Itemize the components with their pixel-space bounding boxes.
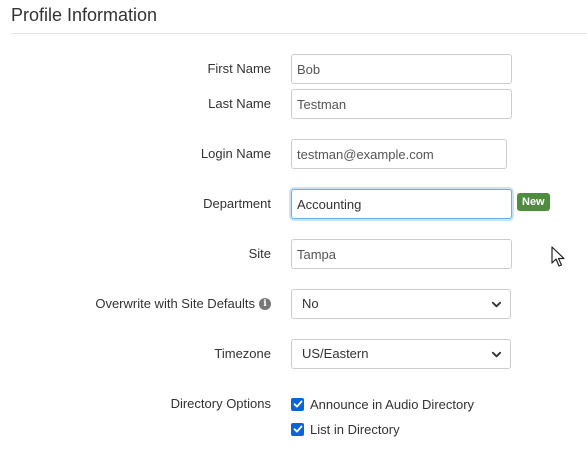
new-badge: New [517, 193, 550, 211]
site-label: Site [249, 239, 271, 269]
checkmark-icon [293, 425, 302, 433]
first-name-row: First Name [0, 54, 587, 84]
timezone-value: US/Eastern [302, 346, 369, 361]
list-in-directory-option[interactable]: List in Directory [291, 419, 400, 439]
announce-audio-directory-option[interactable]: Announce in Audio Directory [291, 394, 474, 414]
section-divider [11, 33, 587, 34]
timezone-select[interactable]: US/Eastern [291, 339, 511, 369]
department-row: Department New [0, 189, 587, 219]
last-name-label: Last Name [208, 89, 271, 119]
timezone-label: Timezone [214, 339, 271, 369]
list-in-directory-label: List in Directory [310, 421, 400, 437]
timezone-label-text: Timezone [214, 346, 271, 361]
overwrite-site-defaults-select[interactable]: No [291, 289, 511, 319]
last-name-input[interactable] [291, 89, 512, 119]
department-input[interactable] [291, 189, 512, 219]
department-label: Department [203, 189, 271, 219]
first-name-input[interactable] [291, 54, 512, 84]
login-name-row: Login Name [0, 139, 587, 169]
checkmark-icon [293, 400, 302, 408]
login-name-input[interactable] [291, 139, 507, 169]
mouse-cursor-icon [551, 246, 565, 267]
last-name-label-text: Last Name [208, 96, 271, 111]
overwrite-site-defaults-row: Overwrite with Site Defaults i No [0, 289, 587, 319]
overwrite-site-defaults-label: Overwrite with Site Defaults i [95, 289, 271, 319]
list-in-directory-checkbox[interactable] [291, 422, 304, 436]
info-icon[interactable]: i [259, 298, 271, 310]
chevron-down-icon [491, 301, 502, 308]
announce-audio-directory-checkbox[interactable] [291, 397, 304, 411]
overwrite-site-defaults-label-text: Overwrite with Site Defaults [95, 296, 255, 311]
login-name-label-text: Login Name [200, 146, 271, 161]
section-title: Profile Information [11, 5, 158, 25]
overwrite-site-defaults-value: No [302, 296, 319, 311]
department-label-text: Department [203, 196, 271, 211]
site-input[interactable] [291, 239, 512, 269]
site-label-text: Site [248, 246, 271, 261]
first-name-label-text: First Name [207, 61, 271, 76]
announce-audio-directory-label: Announce in Audio Directory [310, 396, 475, 412]
timezone-row: Timezone US/Eastern [0, 339, 587, 369]
last-name-row: Last Name [0, 89, 587, 119]
first-name-label: First Name [207, 54, 271, 84]
login-name-label: Login Name [201, 139, 271, 169]
site-row: Site [0, 239, 587, 269]
directory-options-label: Directory Options [171, 389, 271, 419]
chevron-down-icon [491, 351, 502, 358]
directory-options-label-text: Directory Options [170, 396, 271, 411]
